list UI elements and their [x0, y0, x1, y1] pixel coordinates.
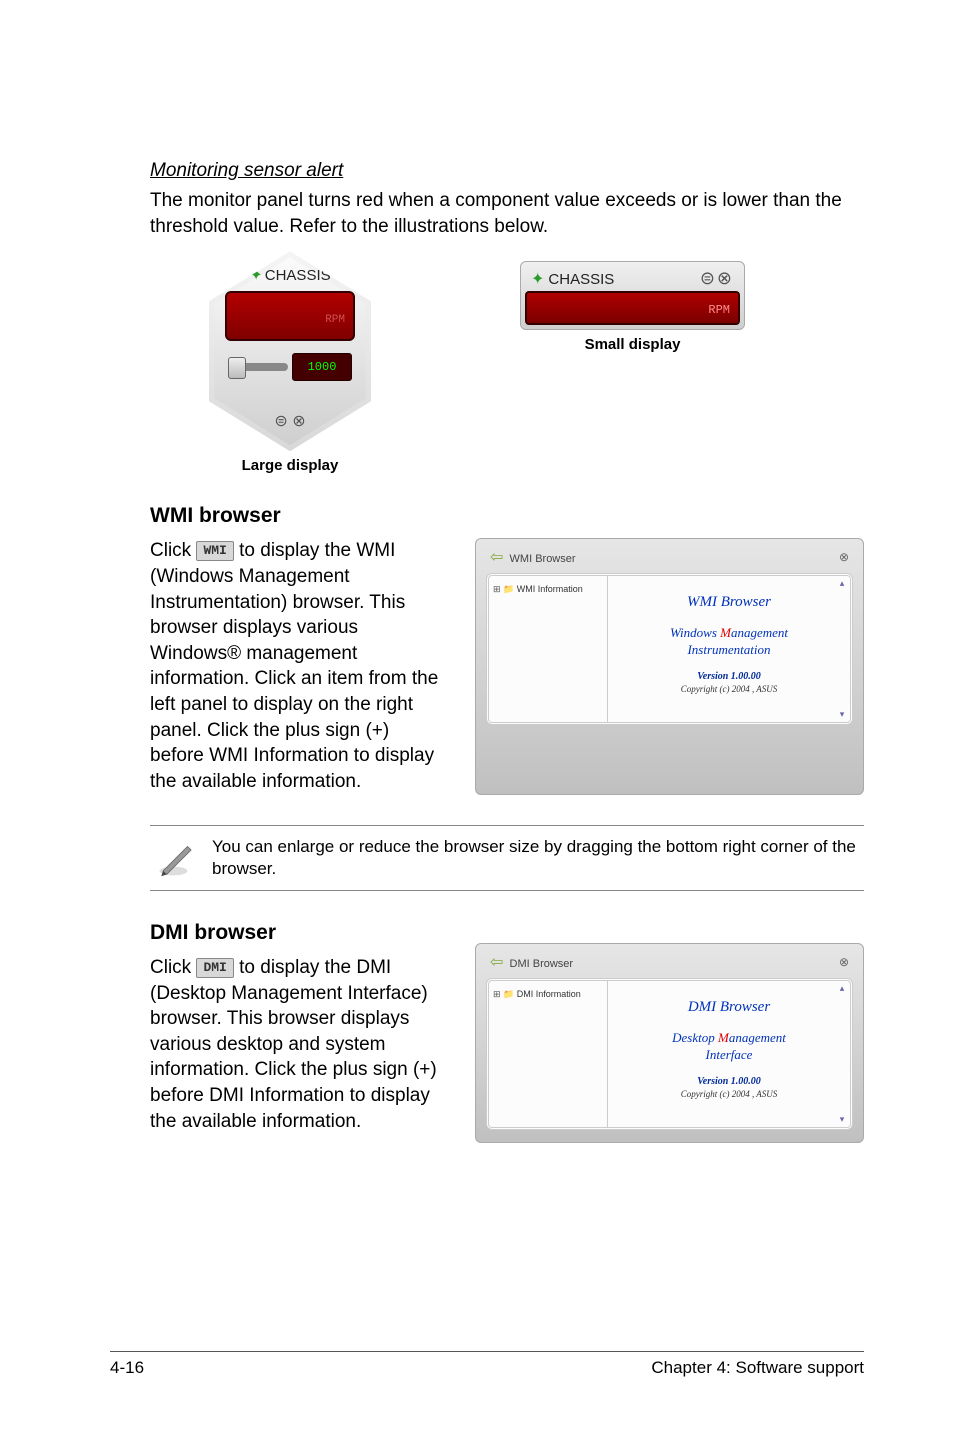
back-icon[interactable]: ⇦: [490, 549, 503, 566]
rpm-red-lcd-large: RPM: [225, 291, 355, 341]
settings-icon[interactable]: ⊜: [700, 268, 717, 288]
sensor-alert-heading: Monitoring sensor alert: [150, 160, 864, 182]
scrollbar[interactable]: ▴▾: [836, 578, 848, 720]
close-icon[interactable]: ⊗: [292, 413, 305, 430]
window-title: WMI Browser: [510, 553, 576, 565]
pencil-icon: [156, 836, 198, 878]
tree-pane[interactable]: ⊞ 📁 WMI Information: [489, 576, 608, 722]
clover-icon: ✦: [531, 271, 544, 288]
small-display-caption: Small display: [520, 336, 745, 353]
dmi-toolbar-button[interactable]: DMI: [196, 958, 233, 978]
window-title: DMI Browser: [510, 958, 574, 970]
close-icon[interactable]: ⊗: [717, 268, 734, 288]
threshold-value: 1000: [292, 353, 352, 381]
settings-icon[interactable]: ⊜: [274, 413, 287, 430]
chapter-label: Chapter 4: Software support: [651, 1358, 864, 1378]
threshold-slider[interactable]: 1000: [228, 347, 352, 387]
large-display-caption: Large display: [200, 457, 380, 474]
wmi-browser-window: ⇦ WMI Browser ⊗ ⊞ 📁 WMI Information WMI …: [475, 538, 864, 794]
back-icon[interactable]: ⇦: [490, 954, 503, 971]
note-row: You can enlarge or reduce the browser si…: [150, 825, 864, 891]
content-pane: DMI Browser Desktop Management Interface…: [608, 981, 850, 1127]
dmi-description: Click DMI to display the DMI (Desktop Ma…: [150, 955, 445, 1143]
dmi-title: DMI browser: [150, 921, 864, 945]
tree-item-dmi[interactable]: DMI Information: [517, 989, 581, 999]
wmi-description: Click WMI to display the WMI (Windows Ma…: [150, 538, 445, 794]
sensor-alert-desc: The monitor panel turns red when a compo…: [150, 188, 864, 239]
note-text: You can enlarge or reduce the browser si…: [212, 836, 858, 880]
wmi-toolbar-button[interactable]: WMI: [196, 541, 233, 561]
chassis-label-small: CHASSIS: [548, 271, 614, 288]
sensor-display-row: ✦CHASSIS RPM 1000 ⊜ ⊗ Large display ✦CHA…: [150, 251, 864, 474]
chassis-label-large: ✦CHASSIS: [200, 265, 380, 285]
wmi-title: WMI browser: [150, 504, 864, 528]
scrollbar[interactable]: ▴▾: [836, 983, 848, 1125]
page-footer: 4-16 Chapter 4: Software support: [110, 1351, 864, 1378]
tree-pane[interactable]: ⊞ 📁 DMI Information: [489, 981, 608, 1127]
clover-icon: ✦: [249, 267, 262, 284]
tree-item-wmi[interactable]: WMI Information: [517, 584, 583, 594]
content-pane: WMI Browser Windows Management Instrumen…: [608, 576, 850, 722]
large-display-panel: ✦CHASSIS RPM 1000 ⊜ ⊗: [200, 251, 380, 451]
small-display-panel: ✦CHASSIS ⊜⊗ RPM: [520, 261, 745, 330]
window-close-icon[interactable]: ⊗: [839, 955, 849, 969]
dmi-browser-window: ⇦ DMI Browser ⊗ ⊞ 📁 DMI Information DMI …: [475, 943, 864, 1143]
rpm-red-lcd-small: RPM: [525, 291, 740, 325]
page-number: 4-16: [110, 1358, 144, 1378]
window-close-icon[interactable]: ⊗: [839, 550, 849, 564]
